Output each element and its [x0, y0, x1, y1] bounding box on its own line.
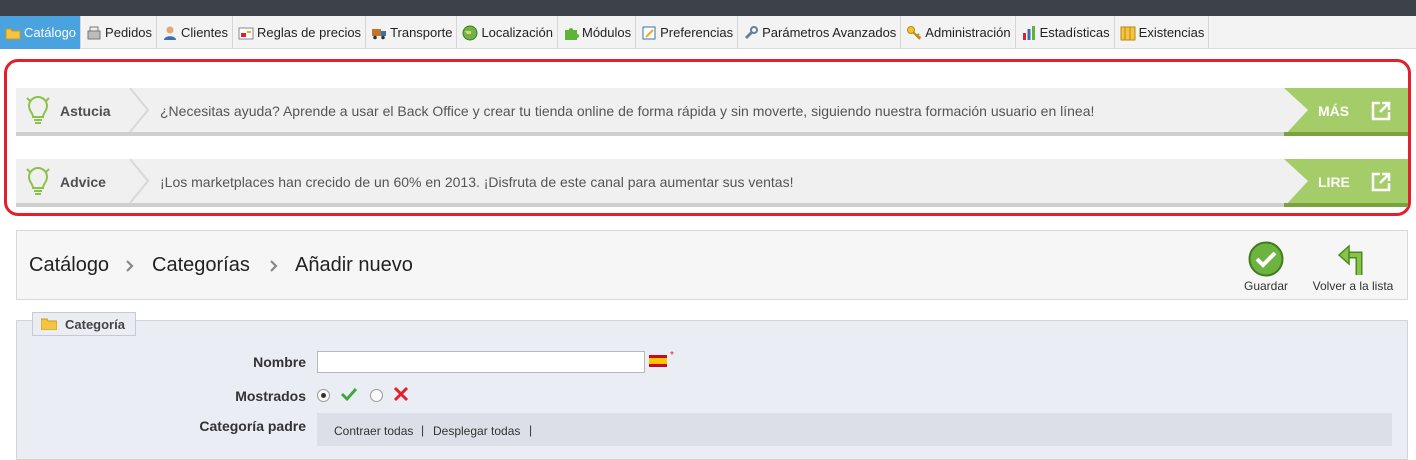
folder-icon	[40, 318, 58, 331]
folder-icon	[5, 25, 21, 41]
read-label: LIRE	[1318, 174, 1350, 190]
name-label: Nombre	[253, 354, 306, 370]
menu-item-preferences[interactable]: Preferencias	[636, 16, 739, 49]
menu-item-label: Existencias	[1138, 25, 1205, 40]
preferences-icon	[641, 25, 657, 41]
legend-label: Categoría	[65, 316, 125, 332]
menu-item-label: Administración	[925, 25, 1011, 40]
menu-item-modules[interactable]: Módulos	[558, 16, 637, 49]
stock-icon	[1120, 25, 1136, 41]
menu-item-customers[interactable]: Clientes	[157, 16, 233, 49]
parent-category-label: Categoría padre	[199, 418, 306, 434]
return-arrow-icon	[1335, 241, 1371, 277]
shown-no-radio[interactable]	[370, 389, 383, 402]
collapse-all-link[interactable]: Contraer todas	[334, 424, 413, 438]
globe-icon	[462, 25, 478, 41]
lightbulb-icon	[26, 95, 50, 127]
name-input[interactable]	[317, 351, 645, 373]
page-header: Catálogo Categorías Añadir nuevo Guardar…	[16, 230, 1408, 300]
menu-item-label: Catálogo	[24, 25, 77, 40]
chevron-separator-icon	[128, 87, 150, 133]
check-icon	[340, 386, 358, 407]
cash-register-icon	[86, 25, 102, 41]
breadcrumb-categories[interactable]: Categorías	[152, 254, 250, 277]
menu-item-label: Parámetros Avanzados	[762, 25, 897, 40]
menu-item-statistics[interactable]: Estadísticas	[1016, 16, 1115, 49]
lightbulb-icon	[26, 166, 50, 198]
key-icon	[906, 25, 922, 41]
spanish-flag-icon[interactable]	[649, 354, 667, 367]
chevron-right-icon	[125, 259, 135, 273]
more-label: MÁS	[1318, 103, 1350, 119]
cross-icon	[393, 386, 409, 407]
menu-item-label: Preferencias	[660, 25, 734, 40]
checkmark-icon	[1248, 241, 1284, 277]
price-tag-icon	[238, 25, 254, 41]
truck-icon	[371, 25, 387, 41]
form-legend: Categoría	[32, 312, 136, 336]
bar-chart-icon	[1021, 25, 1037, 41]
category-tree-toolbar: Contraer todas | Desplegar todas |	[317, 413, 1392, 446]
shown-yes-radio[interactable]	[317, 389, 330, 402]
tip-banner: Astucia ¿Necesitas ayuda? Aprende a usar…	[16, 87, 1408, 136]
user-icon	[162, 25, 178, 41]
menu-item-stock[interactable]: Existencias	[1115, 16, 1210, 49]
menu-item-label: Pedidos	[105, 25, 153, 40]
menu-item-advanced-parameters[interactable]: Parámetros Avanzados	[738, 16, 902, 49]
wrench-icon	[743, 25, 759, 41]
expand-all-link[interactable]: Desplegar todas	[433, 424, 520, 438]
tip-kind: Advice	[60, 174, 106, 190]
more-button[interactable]: MÁS	[1284, 88, 1408, 136]
menu-item-label: Localización	[481, 25, 553, 40]
back-label: Volver a la lista	[1312, 279, 1394, 293]
menu-item-label: Transporte	[390, 25, 453, 40]
menu-item-shipping[interactable]: Transporte	[366, 16, 458, 49]
page-title: Añadir nuevo	[295, 254, 413, 276]
tip-message: ¡Los marketplaces han crecido de un 60% …	[160, 174, 794, 190]
separator: |	[421, 423, 425, 437]
back-to-list-button[interactable]: Volver a la lista	[1307, 241, 1399, 293]
menu-item-localization[interactable]: Localización	[457, 16, 558, 49]
top-bar	[0, 0, 1416, 16]
read-button[interactable]: LIRE	[1284, 159, 1408, 207]
external-link-icon	[1370, 100, 1392, 122]
menu-item-orders[interactable]: Pedidos	[81, 16, 158, 49]
menu-item-catalog[interactable]: Catálogo	[0, 16, 82, 49]
required-mark: *	[670, 350, 674, 361]
tip-message: ¿Necesitas ayuda? Aprende a usar el Back…	[160, 103, 1095, 119]
menu-item-label: Módulos	[582, 25, 632, 40]
external-link-icon	[1370, 171, 1392, 193]
menu-item-label: Clientes	[181, 25, 228, 40]
save-label: Guardar	[1243, 279, 1289, 293]
menu-item-label: Reglas de precios	[257, 25, 362, 40]
menu-item-administration[interactable]: Administración	[901, 16, 1016, 49]
tip-banner: Advice ¡Los marketplaces han crecido de …	[16, 158, 1408, 207]
shown-label: Mostrados	[235, 388, 306, 404]
chevron-separator-icon	[128, 158, 150, 204]
save-button[interactable]: Guardar	[1237, 241, 1295, 293]
chevron-right-icon	[269, 259, 279, 273]
main-menu: Catálogo Pedidos Clientes Reglas de prec…	[0, 16, 1416, 49]
breadcrumb-catalog[interactable]: Catálogo	[29, 254, 109, 277]
tip-kind: Astucia	[60, 103, 111, 119]
separator: |	[529, 423, 533, 437]
puzzle-icon	[563, 25, 579, 41]
menu-item-label: Estadísticas	[1039, 25, 1110, 40]
menu-item-price-rules[interactable]: Reglas de precios	[233, 16, 367, 49]
